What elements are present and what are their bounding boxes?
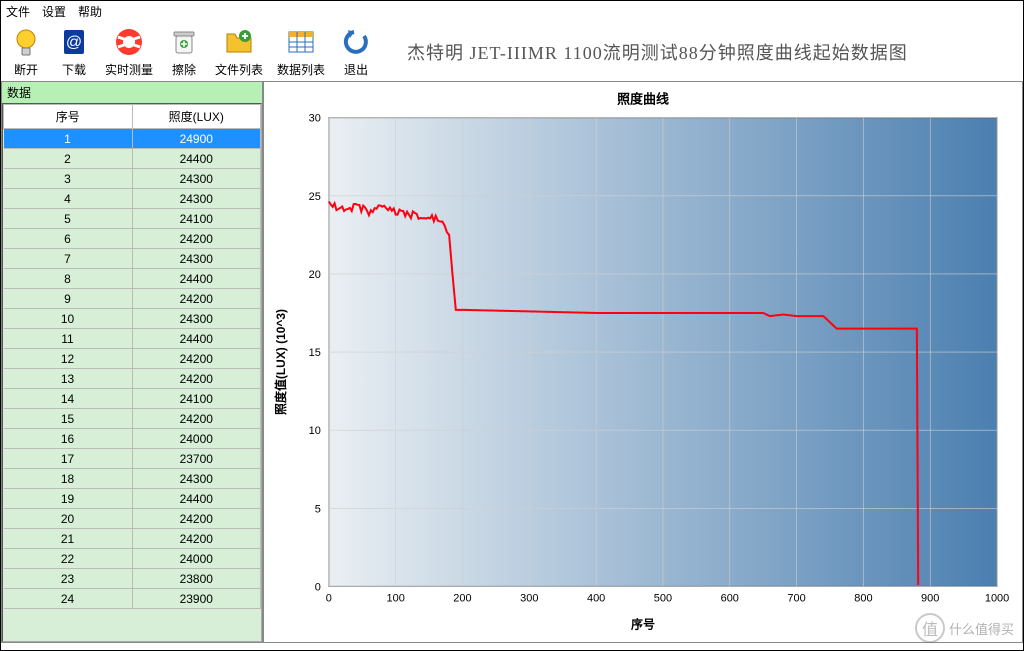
erase-button[interactable]: 擦除 [167, 25, 201, 78]
folder-plus-icon [222, 25, 256, 59]
bulb-icon [9, 25, 43, 59]
toolbar: 断开 @ 下载 实时测量 擦除 文件列表 数据列表 退出 杰特明 J [1, 22, 1023, 81]
table-row[interactable]: 2423900 [4, 589, 261, 609]
exit-label: 退出 [344, 61, 368, 78]
table-row[interactable]: 424300 [4, 189, 261, 209]
watermark-icon: 值 [915, 613, 945, 643]
col-lux[interactable]: 照度(LUX) [132, 105, 261, 129]
table-row[interactable]: 224400 [4, 149, 261, 169]
disconnect-label: 断开 [14, 61, 38, 78]
svg-text:900: 900 [921, 592, 939, 604]
table-row[interactable]: 124900 [4, 129, 261, 149]
table-row[interactable]: 1024300 [4, 309, 261, 329]
data-table: 序号 照度(LUX) 12490022440032430042430052410… [3, 104, 261, 609]
table-row[interactable]: 2323800 [4, 569, 261, 589]
col-index[interactable]: 序号 [4, 105, 133, 129]
svg-text:0: 0 [326, 592, 332, 604]
data-panel: 数据 序号 照度(LUX) 12490022440032430042430052… [1, 81, 263, 643]
lifebuoy-icon [112, 25, 146, 59]
page-title: 杰特明 JET-IIIMR 1100流明测试88分钟照度曲线起始数据图 [407, 39, 908, 65]
panel-header: 数据 [2, 82, 262, 103]
table-row[interactable]: 724300 [4, 249, 261, 269]
svg-text:5: 5 [315, 503, 321, 515]
svg-text:15: 15 [309, 347, 321, 359]
exit-button[interactable]: 退出 [339, 25, 373, 78]
table-row[interactable]: 1723700 [4, 449, 261, 469]
download-label: 下载 [62, 61, 86, 78]
menu-help[interactable]: 帮助 [78, 3, 102, 20]
svg-text:1000: 1000 [985, 592, 1009, 604]
filelist-label: 文件列表 [215, 61, 263, 78]
svg-text:30: 30 [309, 113, 321, 125]
table-row[interactable]: 2224000 [4, 549, 261, 569]
book-icon: @ [57, 25, 91, 59]
svg-text:@: @ [66, 34, 82, 51]
svg-text:照度值(LUX) (10^3): 照度值(LUX) (10^3) [273, 309, 288, 415]
svg-text:20: 20 [309, 269, 321, 281]
svg-text:25: 25 [309, 191, 321, 203]
svg-text:200: 200 [453, 592, 471, 604]
table-row[interactable]: 1324200 [4, 369, 261, 389]
menu-settings[interactable]: 设置 [42, 3, 66, 20]
table-icon [284, 25, 318, 59]
chart-panel: 0 100 200 300 400 500 600 700 800 900 1000 0 5 10 15 20… [263, 81, 1023, 643]
watermark: 值 什么值得买 [915, 613, 1014, 643]
table-row[interactable]: 1824300 [4, 469, 261, 489]
svg-text:700: 700 [787, 592, 805, 604]
table-row[interactable]: 524100 [4, 209, 261, 229]
table-row[interactable]: 324300 [4, 169, 261, 189]
table-row[interactable]: 1524200 [4, 409, 261, 429]
svg-text:300: 300 [520, 592, 538, 604]
menu-file[interactable]: 文件 [6, 3, 30, 20]
svg-text:序号: 序号 [631, 616, 655, 631]
menu-bar: 文件 设置 帮助 [1, 1, 1023, 22]
disconnect-button[interactable]: 断开 [9, 25, 43, 78]
filelist-button[interactable]: 文件列表 [215, 25, 263, 78]
table-row[interactable]: 1224200 [4, 349, 261, 369]
datalist-button[interactable]: 数据列表 [277, 25, 325, 78]
datalist-label: 数据列表 [277, 61, 325, 78]
svg-text:100: 100 [387, 592, 405, 604]
table-row[interactable]: 924200 [4, 289, 261, 309]
table-row[interactable]: 2124200 [4, 529, 261, 549]
realtime-button[interactable]: 实时测量 [105, 25, 153, 78]
table-row[interactable]: 624200 [4, 229, 261, 249]
table-row[interactable]: 2024200 [4, 509, 261, 529]
table-row[interactable]: 1624000 [4, 429, 261, 449]
lux-chart: 0 100 200 300 400 500 600 700 800 900 1000 0 5 10 15 20… [269, 87, 1017, 637]
table-row[interactable]: 824400 [4, 269, 261, 289]
realtime-label: 实时测量 [105, 61, 153, 78]
table-row[interactable]: 1424100 [4, 389, 261, 409]
table-row[interactable]: 1124400 [4, 329, 261, 349]
undo-arrow-icon [339, 25, 373, 59]
table-row[interactable]: 1924400 [4, 489, 261, 509]
svg-text:500: 500 [654, 592, 672, 604]
trash-icon [167, 25, 201, 59]
svg-text:照度曲线: 照度曲线 [617, 92, 669, 107]
data-table-scroll[interactable]: 序号 照度(LUX) 12490022440032430042430052410… [2, 103, 262, 642]
svg-text:800: 800 [854, 592, 872, 604]
svg-text:10: 10 [309, 425, 321, 437]
erase-label: 擦除 [172, 61, 196, 78]
svg-text:0: 0 [315, 581, 321, 593]
download-button[interactable]: @ 下载 [57, 25, 91, 78]
svg-text:600: 600 [721, 592, 739, 604]
svg-text:400: 400 [587, 592, 605, 604]
watermark-text: 什么值得买 [949, 619, 1014, 638]
